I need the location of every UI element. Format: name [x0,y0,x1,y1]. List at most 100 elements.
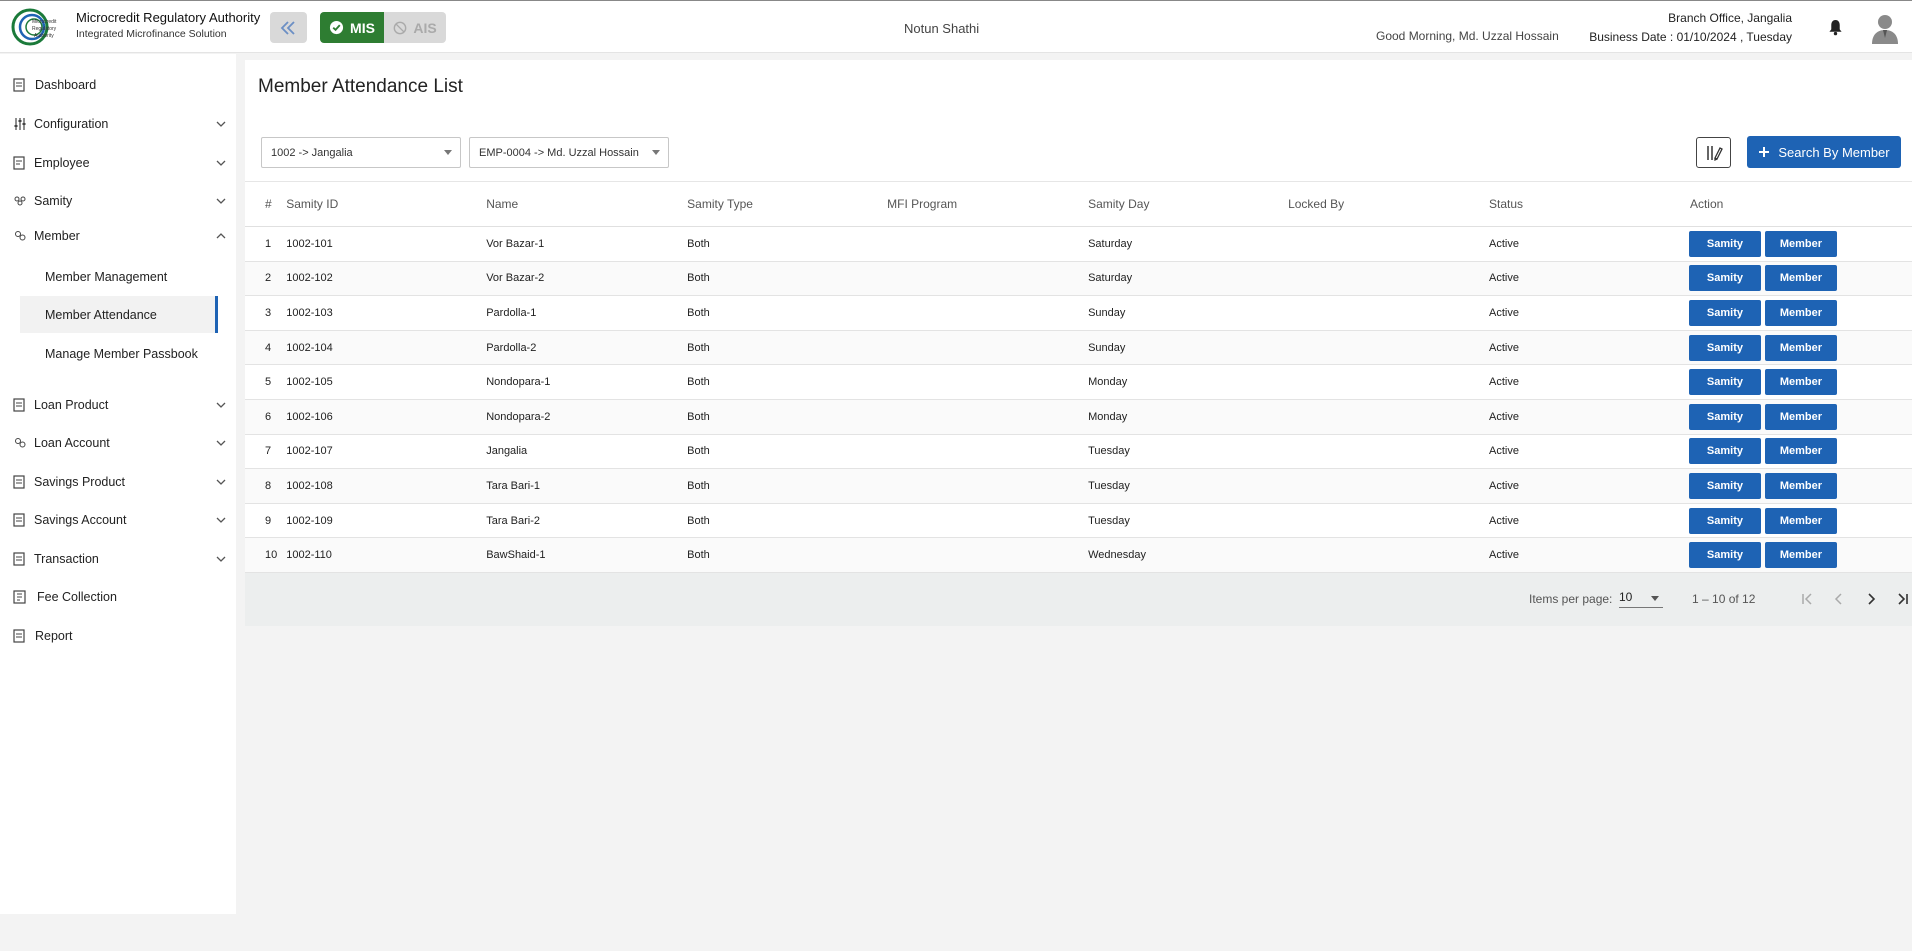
items-per-page-select[interactable]: 10 [1619,590,1663,608]
brand: Microcredit Regulatory Authority Integra… [76,10,260,42]
locked-by-cell [1279,364,1481,400]
samity-id-cell: 1002-104 [277,330,478,366]
sidebar-sub-member-management[interactable]: Member Management [20,258,218,295]
sidebar-item-report[interactable]: Report [0,621,236,651]
sidebar-sub-member-attendance[interactable]: Member Attendance [20,296,218,333]
table-row: 6 1002-106 Nondopara-2 Both Monday Active Sami… [245,399,1912,435]
action-cell: Samity Member [1679,330,1912,366]
sidebar-item-member[interactable]: Member [0,221,236,251]
member-attendance-button[interactable]: Member [1764,230,1837,257]
previous-page-button[interactable] [1829,589,1849,609]
locked-by-cell [1279,330,1481,366]
ais-mode-button[interactable]: AIS [384,12,446,43]
samity-type-cell: Both [678,434,879,470]
sidebar-item-savings-product[interactable]: Savings Product [0,467,236,497]
sidebar-item-label: Loan Product [34,398,109,412]
column-header: Samity ID [277,181,478,227]
user-avatar[interactable] [1870,12,1900,44]
member-attendance-button[interactable]: Member [1764,438,1837,465]
sidebar-item-loan-product[interactable]: Loan Product [0,390,236,420]
samity-attendance-button[interactable]: Samity [1688,438,1761,465]
branch-select[interactable]: 1002 -> Jangalia [261,137,461,168]
sidebar-item-configuration[interactable]: Configuration [0,109,236,139]
caret-down-icon [444,150,452,155]
brand-title: Microcredit Regulatory Authority [76,10,261,25]
bell-icon[interactable] [1828,19,1843,36]
row-number: 4 [245,330,278,366]
status-cell: Active [1480,226,1680,262]
samity-type-cell: Both [678,503,879,539]
member-attendance-button[interactable]: Member [1764,299,1837,326]
greeting-text: Good Morning, Md. Uzzal Hossain [1376,29,1559,43]
check-circle-icon [329,20,344,35]
mis-label: MIS [350,19,375,36]
samity-table: # Samity ID Name Samity Type MFI Program… [245,181,1912,573]
collapse-sidebar-button[interactable] [270,12,307,43]
samity-attendance-button[interactable]: Samity [1688,472,1761,499]
samity-day-cell: Tuesday [1079,503,1280,539]
table-row: 10 1002-110 BawShaid-1 Both Wednesday Active S… [245,537,1912,573]
row-number: 5 [245,364,278,400]
sidebar-item-savings-account[interactable]: Savings Account [0,505,236,535]
member-attendance-button[interactable]: Member [1764,403,1837,430]
locked-by-cell [1279,537,1481,573]
member-attendance-button[interactable]: Member [1764,265,1837,292]
samity-attendance-button[interactable]: Samity [1688,334,1761,361]
sidebar-item-samity[interactable]: Samity [0,186,236,216]
member-attendance-button[interactable]: Member [1764,472,1837,499]
member-attendance-button[interactable]: Member [1764,369,1837,396]
member-attendance-button[interactable]: Member [1764,507,1837,534]
first-page-icon [1802,593,1812,605]
samity-attendance-button[interactable]: Samity [1688,542,1761,569]
mis-mode-button[interactable]: MIS [320,12,384,43]
next-page-button[interactable] [1861,589,1881,609]
sidebar-item-label: Transaction [34,552,99,566]
employee-select[interactable]: EMP-0004 -> Md. Uzzal Hossain [469,137,669,168]
samity-attendance-button[interactable]: Samity [1688,403,1761,430]
sidebar-item-label: Configuration [34,117,109,131]
samity-attendance-button[interactable]: Samity [1688,507,1761,534]
column-header: Locked By [1279,181,1481,227]
fee-icon [13,590,26,604]
status-cell: Active [1480,399,1680,435]
edit-columns-icon [1706,145,1723,161]
column-settings-button[interactable] [1696,137,1731,168]
samity-id-cell: 1002-109 [277,503,478,539]
table-row: 3 1002-103 Pardolla-1 Both Sunday Active Samit… [245,295,1912,331]
samity-day-cell: Wednesday [1079,537,1280,573]
row-number: 10 [245,537,278,573]
svg-text:Microcredit: Microcredit [32,19,57,25]
column-header: # [245,181,278,227]
sidebar-item-fee-collection[interactable]: Fee Collection [0,582,236,612]
sidebar-item-transaction[interactable]: Transaction [0,544,236,574]
brand-subtitle: Integrated Microfinance Solution [76,28,227,40]
samity-id-cell: 1002-102 [277,261,478,297]
dashboard-icon [13,78,25,92]
column-header: Samity Type [678,181,879,227]
samity-attendance-button[interactable]: Samity [1688,230,1761,257]
sidebar-item-employee[interactable]: Employee [0,148,236,178]
samity-attendance-button[interactable]: Samity [1688,299,1761,326]
locked-by-cell [1279,399,1481,435]
last-page-button[interactable] [1893,589,1912,609]
column-header: MFI Program [878,181,1080,227]
member-attendance-button[interactable]: Member [1764,334,1837,361]
double-chevron-left-icon [280,20,295,35]
sidebar-item-label: Report [35,629,73,643]
samity-attendance-button[interactable]: Samity [1688,369,1761,396]
member-attendance-button[interactable]: Member [1764,542,1837,569]
status-cell: Active [1480,503,1680,539]
samity-type-cell: Both [678,399,879,435]
sidebar-sub-label: Member Attendance [45,307,157,322]
sidebar-item-dashboard[interactable]: Dashboard [0,70,236,100]
samity-attendance-button[interactable]: Samity [1688,265,1761,292]
first-page-button[interactable] [1797,589,1817,609]
search-by-member-button[interactable]: Search By Member [1747,136,1901,168]
sidebar-item-loan-account[interactable]: Loan Account [0,428,236,458]
table-header-row: # Samity ID Name Samity Type MFI Program… [245,181,1912,227]
chevron-down-icon [216,440,226,446]
locked-by-cell [1279,226,1481,262]
row-number: 7 [245,434,278,470]
sidebar-sub-manage-member-passbook[interactable]: Manage Member Passbook [20,335,218,372]
sidebar-sub-label: Manage Member Passbook [45,346,198,361]
